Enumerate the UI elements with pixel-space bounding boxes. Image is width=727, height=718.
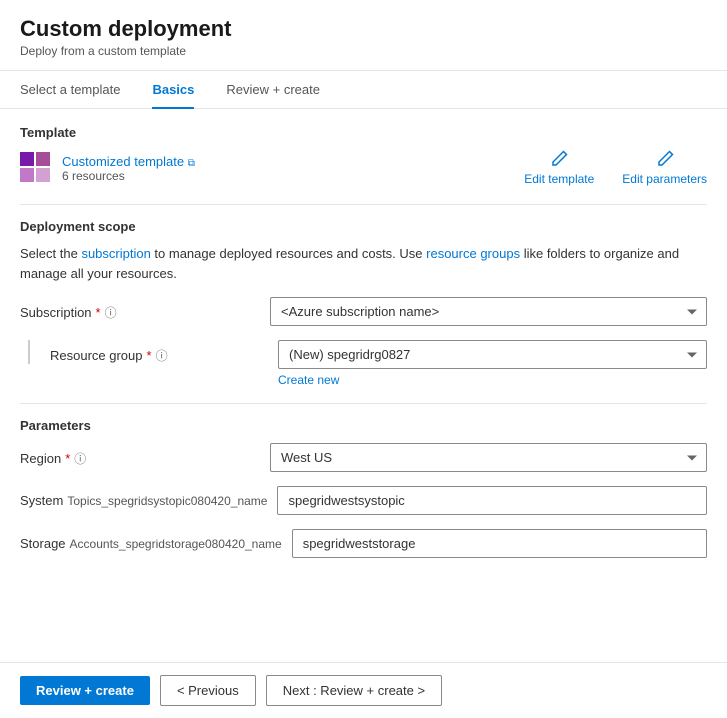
previous-button[interactable]: < Previous	[160, 675, 256, 706]
template-box: Customized template ⧉ 6 resources Edit t…	[20, 150, 707, 186]
page-subtitle: Deploy from a custom template	[20, 44, 707, 58]
subscription-label-wrapper: Subscription * ⓘ	[20, 297, 260, 321]
resource-group-control: (New) spegridrg0827 Create new	[278, 340, 707, 387]
template-name[interactable]: Customized template ⧉	[62, 154, 195, 169]
subscription-select-wrapper: <Azure subscription name>	[270, 297, 707, 326]
subscription-info-icon[interactable]: ⓘ	[105, 304, 117, 321]
system-input[interactable]	[277, 486, 707, 515]
subscription-control: <Azure subscription name>	[270, 297, 707, 326]
page-header: Custom deployment Deploy from a custom t…	[0, 0, 727, 71]
storage-row: Storage Accounts_spegridstorage080420_na…	[20, 529, 707, 558]
external-link-icon: ⧉	[188, 158, 195, 169]
resource-group-row: Resource group * ⓘ (New) spegridrg0827 C…	[20, 340, 707, 387]
template-resources: 6 resources	[62, 169, 195, 183]
footer: Review + create < Previous Next : Review…	[0, 662, 727, 718]
resource-group-label: Resource group	[50, 348, 143, 363]
resource-group-info-icon[interactable]: ⓘ	[156, 347, 168, 364]
template-section-label: Template	[20, 125, 707, 140]
template-icon	[20, 152, 52, 184]
tabs-bar: Select a template Basics Review + create	[0, 71, 727, 109]
resource-group-required: *	[147, 348, 152, 363]
edit-parameters-button[interactable]: Edit parameters	[622, 150, 707, 186]
tab-review-create[interactable]: Review + create	[226, 72, 320, 109]
template-actions: Edit template Edit parameters	[524, 150, 707, 186]
region-row: Region * ⓘ West US	[20, 443, 707, 472]
resource-group-label-wrapper: Resource group * ⓘ	[28, 340, 268, 364]
deployment-scope-section: Deployment scope Select the subscription…	[20, 219, 707, 387]
system-control	[277, 486, 707, 515]
resource-group-select-wrapper: (New) spegridrg0827	[278, 340, 707, 369]
system-label: System	[20, 493, 63, 508]
divider-1	[20, 204, 707, 205]
storage-label-wrapper: Storage Accounts_spegridstorage080420_na…	[20, 529, 282, 551]
system-row: System Topics_spegridsystopic080420_name	[20, 486, 707, 515]
region-info-icon[interactable]: ⓘ	[74, 450, 86, 467]
page-title: Custom deployment	[20, 16, 707, 42]
divider-2	[20, 403, 707, 404]
subscription-required: *	[96, 305, 101, 320]
template-info: Customized template ⧉ 6 resources	[20, 152, 195, 184]
tab-select-template[interactable]: Select a template	[20, 72, 120, 109]
region-select[interactable]: West US	[270, 443, 707, 472]
region-label-wrapper: Region * ⓘ	[20, 443, 260, 467]
region-select-wrapper: West US	[270, 443, 707, 472]
storage-label: Storage	[20, 536, 66, 551]
region-required: *	[65, 451, 70, 466]
region-control: West US	[270, 443, 707, 472]
region-label: Region	[20, 451, 61, 466]
next-button[interactable]: Next : Review + create >	[266, 675, 442, 706]
create-new-link[interactable]: Create new	[278, 373, 707, 387]
main-content: Template Customized template ⧉ 6 resourc…	[0, 109, 727, 588]
deployment-scope-label: Deployment scope	[20, 219, 707, 234]
tab-basics[interactable]: Basics	[152, 72, 194, 109]
deployment-scope-desc: Select the subscription to manage deploy…	[20, 244, 707, 283]
resource-group-select[interactable]: (New) spegridrg0827	[278, 340, 707, 369]
edit-template-button[interactable]: Edit template	[524, 150, 594, 186]
subscription-row: Subscription * ⓘ <Azure subscription nam…	[20, 297, 707, 326]
template-name-wrapper: Customized template ⧉ 6 resources	[62, 154, 195, 183]
subscription-link[interactable]: subscription	[81, 246, 150, 261]
subscription-label: Subscription	[20, 305, 92, 320]
resource-groups-link[interactable]: resource groups	[426, 246, 520, 261]
parameters-label: Parameters	[20, 418, 707, 433]
storage-sublabel: Accounts_spegridstorage080420_name	[70, 537, 282, 551]
system-label-wrapper: System Topics_spegridsystopic080420_name	[20, 486, 267, 508]
storage-control	[292, 529, 707, 558]
review-create-button[interactable]: Review + create	[20, 676, 150, 705]
storage-input[interactable]	[292, 529, 707, 558]
subscription-select[interactable]: <Azure subscription name>	[270, 297, 707, 326]
system-sublabel: Topics_spegridsystopic080420_name	[67, 494, 267, 508]
parameters-section: Parameters Region * ⓘ West US System Top…	[20, 418, 707, 558]
